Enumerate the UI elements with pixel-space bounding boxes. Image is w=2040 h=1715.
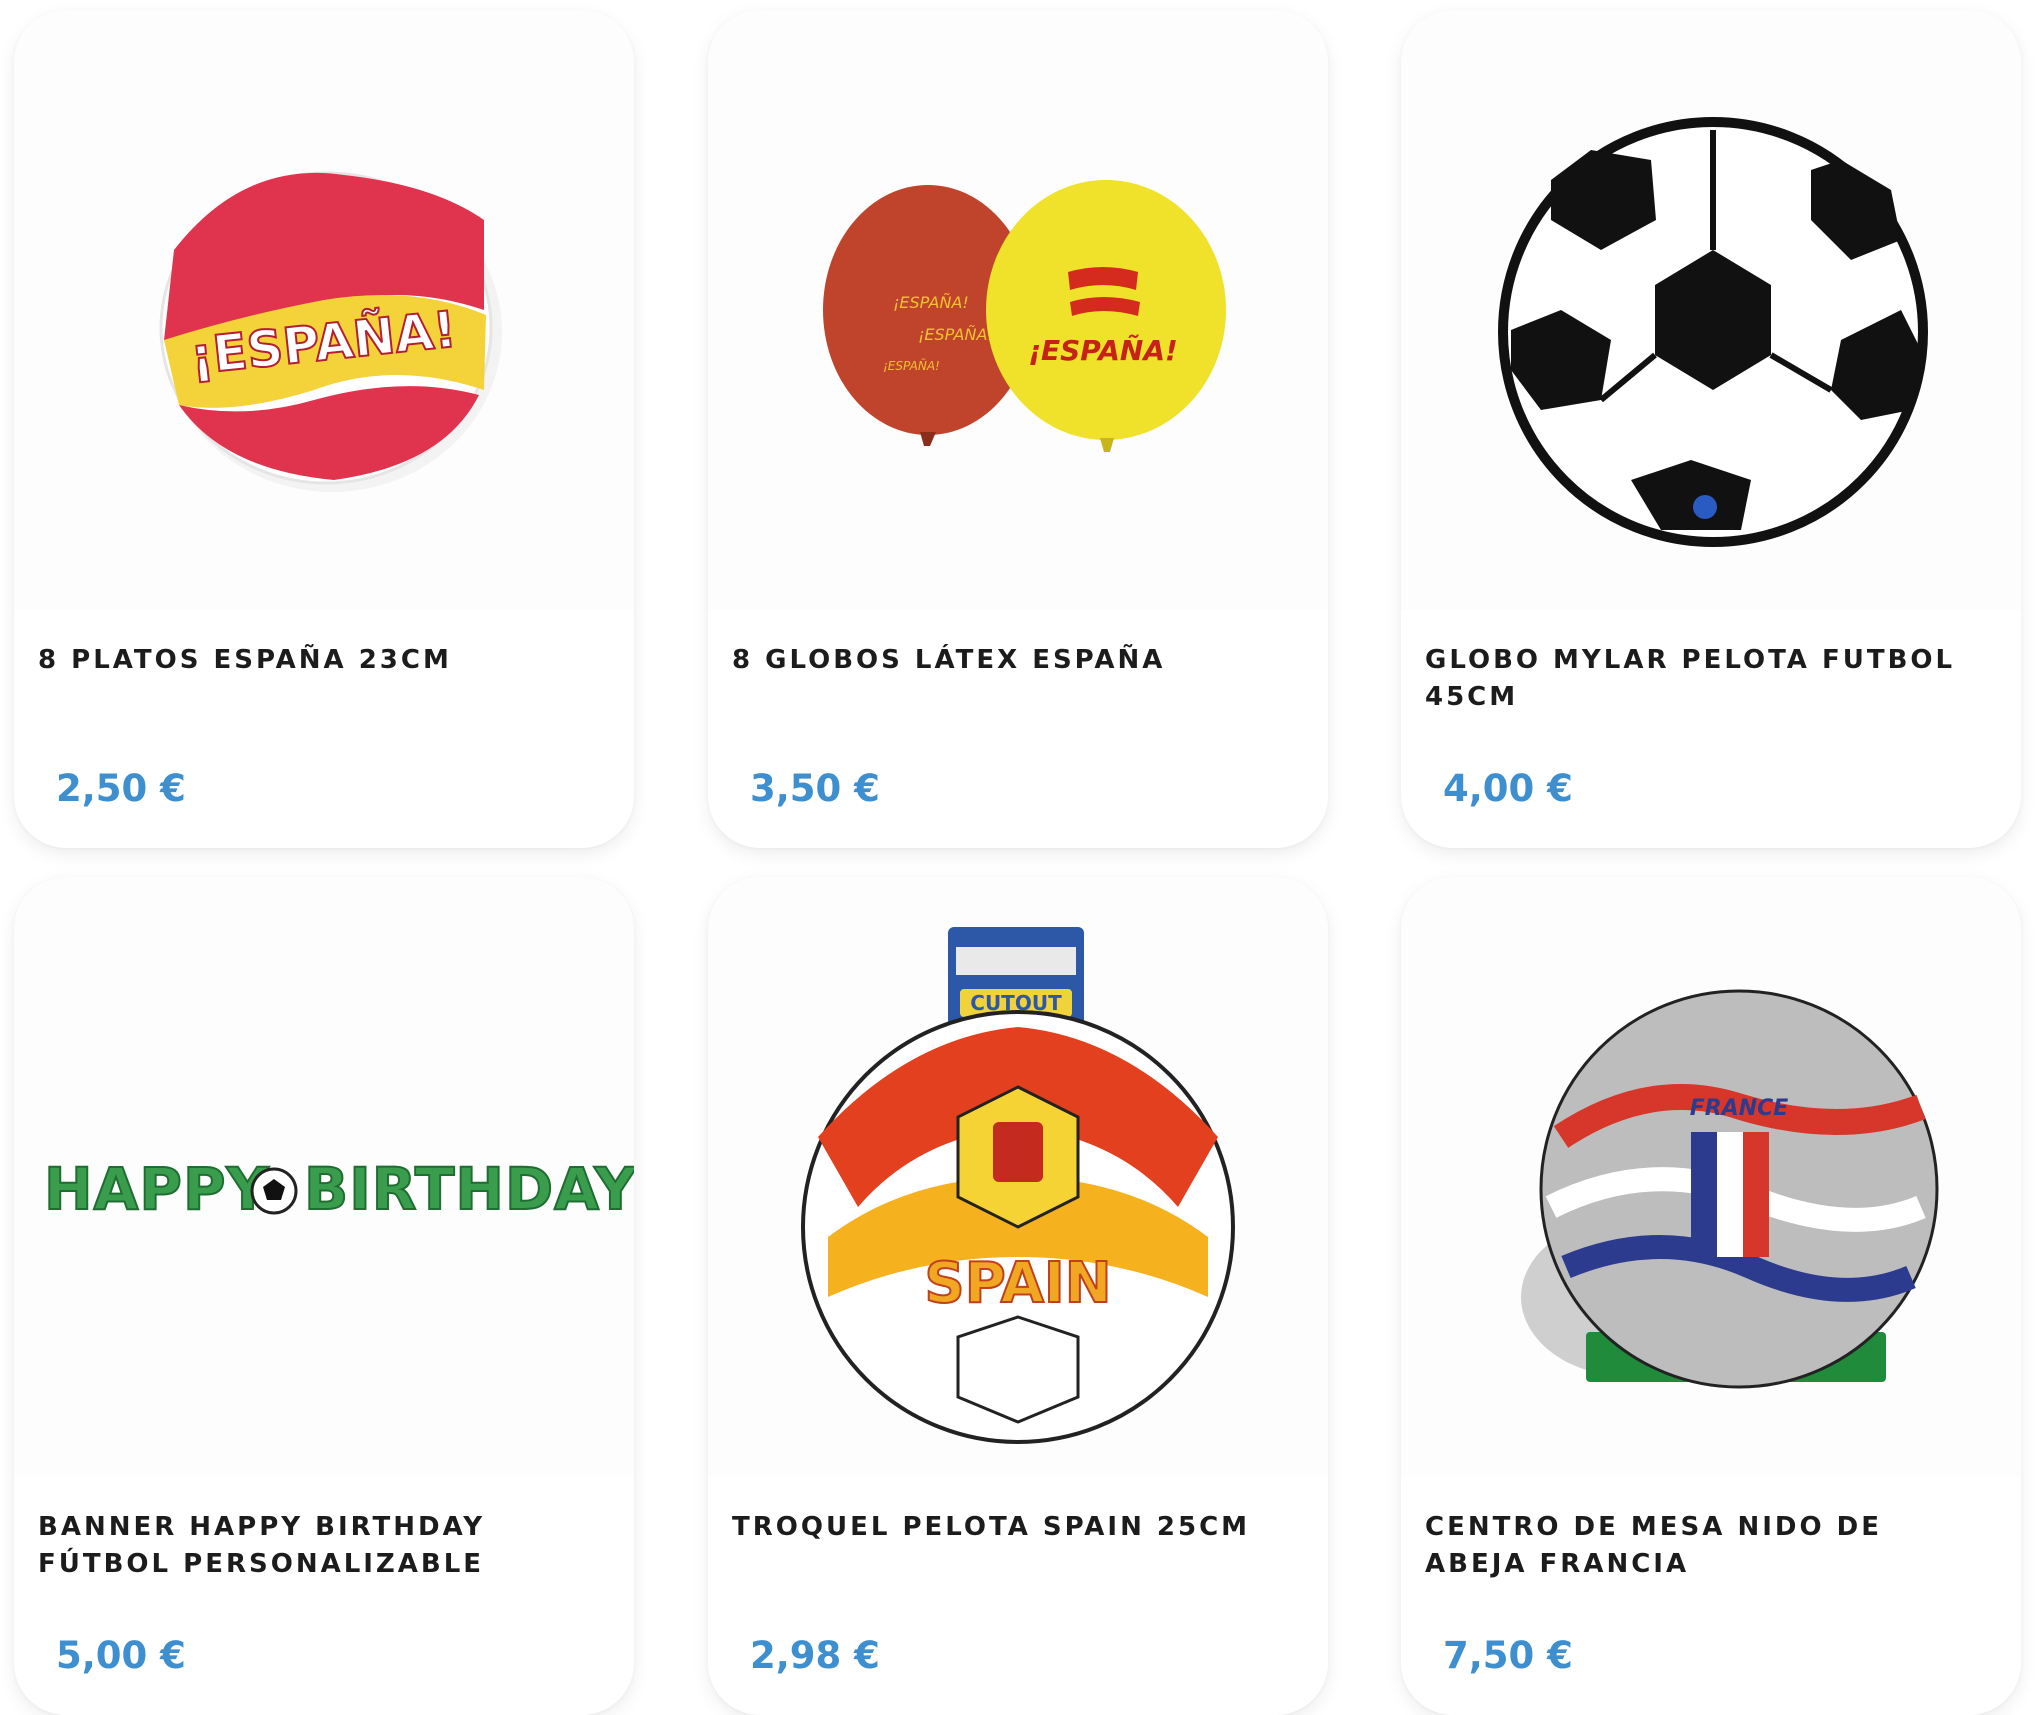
product-image[interactable] (1401, 10, 2021, 610)
product-image[interactable]: HAPPY BIRTHDAY (14, 877, 634, 1477)
product-title[interactable]: 8 GLOBOS LÁTEX ESPAÑA (732, 642, 1302, 679)
spain-cutout-image: CUTOUT SPAIN (801, 927, 1235, 1444)
spain-text: SPAIN (924, 1251, 1111, 1316)
product-title[interactable]: TROQUEL PELOTA SPAIN 25CM (732, 1509, 1302, 1546)
svg-text:¡ESPAÑA!: ¡ESPAÑA! (918, 325, 994, 344)
product-image[interactable]: FRANCE (1401, 877, 2021, 1477)
france-text: FRANCE (1690, 1096, 1789, 1121)
product-card[interactable]: FRANCE CENTRO DE MESA NIDO DE ABEJA FRAN… (1401, 877, 2021, 1715)
product-price: 3,50 € (750, 767, 880, 810)
banner-right-text: BIRTHDAY (304, 1155, 634, 1223)
product-price: 2,98 € (750, 1634, 880, 1677)
product-image[interactable]: ¡ESPAÑA! ¡ESPAÑA! ¡ESPAÑA! ¡ESPAÑA! (708, 10, 1328, 610)
product-card[interactable]: HAPPY BIRTHDAY BANNER HAPPY BIRTHDAY FÚT… (14, 877, 634, 1715)
product-image[interactable]: CUTOUT SPAIN (708, 877, 1328, 1477)
banner-image: HAPPY BIRTHDAY (43, 1154, 634, 1224)
product-card[interactable]: GLOBO MYLAR PELOTA FUTBOL 45CM 4,00 € (1401, 10, 2021, 848)
product-price: 4,00 € (1443, 767, 1573, 810)
svg-text:¡ESPAÑA!: ¡ESPAÑA! (1028, 333, 1178, 367)
product-title[interactable]: 8 PLATOS ESPAÑA 23CM (38, 642, 608, 679)
balloons-image: ¡ESPAÑA! ¡ESPAÑA! ¡ESPAÑA! ¡ESPAÑA! (823, 180, 1226, 452)
product-title[interactable]: CENTRO DE MESA NIDO DE ABEJA FRANCIA (1425, 1509, 1995, 1583)
product-price: 5,00 € (56, 1634, 186, 1677)
product-title[interactable]: GLOBO MYLAR PELOTA FUTBOL 45CM (1425, 642, 1995, 716)
plate-image: ¡ESPAÑA! (159, 171, 502, 492)
france-centerpiece-image: FRANCE (1521, 989, 1939, 1389)
product-card[interactable]: CUTOUT SPAIN TROQUEL PELOTA SPAIN 25CM 2… (708, 877, 1328, 1715)
balloon-red-text: ¡ESPAÑA! (893, 293, 969, 312)
product-card[interactable]: ¡ESPAÑA! 8 PLATOS ESPAÑA 23CM 2,50 € (14, 10, 634, 848)
product-price: 7,50 € (1443, 1634, 1573, 1677)
svg-text:¡ESPAÑA!: ¡ESPAÑA! (883, 358, 940, 373)
product-grid: ¡ESPAÑA! 8 PLATOS ESPAÑA 23CM 2,50 € ¡ES… (0, 0, 2040, 1715)
product-card[interactable]: ¡ESPAÑA! ¡ESPAÑA! ¡ESPAÑA! ¡ESPAÑA! 8 GL… (708, 10, 1328, 848)
soccer-balloon-image (1498, 117, 1928, 547)
product-title[interactable]: BANNER HAPPY BIRTHDAY FÚTBOL PERSONALIZA… (38, 1509, 608, 1583)
product-price: 2,50 € (56, 767, 186, 810)
product-image[interactable]: ¡ESPAÑA! (14, 10, 634, 610)
banner-left-text: HAPPY (44, 1155, 269, 1223)
